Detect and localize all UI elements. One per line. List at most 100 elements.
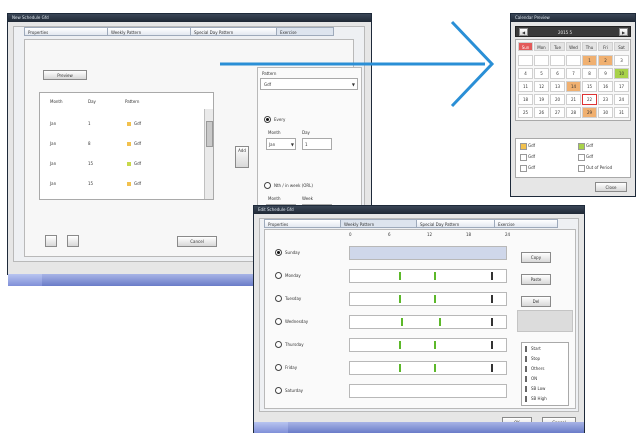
timeline-marker[interactable] (491, 295, 493, 303)
calendar-day[interactable]: 4 (518, 68, 533, 79)
radio-every[interactable] (264, 116, 271, 123)
day-radio[interactable] (275, 272, 282, 279)
calendar-day[interactable]: 19 (534, 94, 549, 105)
timeline-marker[interactable] (399, 364, 401, 372)
timeline-marker[interactable] (399, 295, 401, 303)
start-button[interactable] (254, 422, 288, 433)
tab-weekly-pattern[interactable]: Weekly Pattern (107, 27, 192, 36)
timeline-marker[interactable] (434, 272, 436, 280)
calendar-day[interactable]: 31 (614, 107, 629, 118)
tab-weekly-pattern[interactable]: Weekly Pattern (340, 219, 418, 228)
next-button[interactable] (67, 235, 79, 247)
timeline-marker[interactable] (491, 341, 493, 349)
calendar-day[interactable]: 17 (614, 81, 629, 92)
calendar-title: Calendar Preview (515, 15, 550, 20)
day-timeline[interactable] (349, 246, 507, 260)
calendar-day[interactable]: 15 (582, 81, 597, 92)
calendar-day[interactable]: 16 (598, 81, 613, 92)
table-row[interactable]: Jan 1 Gdf (40, 117, 202, 131)
calendar-day[interactable]: 1 (582, 55, 597, 66)
add-button[interactable]: Add (235, 146, 249, 168)
timeline-marker[interactable] (439, 318, 441, 326)
calendar-day[interactable]: 8 (582, 68, 597, 79)
day-timeline[interactable] (349, 384, 507, 398)
table-row[interactable]: Jan 8 Gdf (40, 137, 202, 151)
paste-button[interactable]: Paste (521, 274, 551, 285)
calendar-day[interactable] (534, 55, 549, 66)
timeline-marker[interactable] (399, 272, 401, 280)
day-radio[interactable] (275, 387, 282, 394)
calendar-day[interactable]: 13 (550, 81, 565, 92)
next-month-button[interactable]: ▶ (619, 28, 628, 36)
calendar-day[interactable]: 30 (598, 107, 613, 118)
calendar-close-button[interactable]: Close (595, 182, 627, 192)
calendar-header: ◀ 2015 5 ▶ (515, 26, 631, 37)
calendar-day[interactable]: 25 (518, 107, 533, 118)
day-radio[interactable] (275, 295, 282, 302)
day-radio[interactable] (275, 364, 282, 371)
day-timeline[interactable] (349, 338, 507, 352)
copy-button[interactable]: Copy (521, 252, 551, 263)
start-button[interactable] (8, 274, 42, 286)
calendar-day[interactable]: 2 (598, 55, 613, 66)
prev-button[interactable] (45, 235, 57, 247)
timeline-marker[interactable] (491, 364, 493, 372)
timeline-marker[interactable] (434, 295, 436, 303)
table-row[interactable]: Jan 15 Gdf (40, 177, 202, 191)
calendar-day[interactable]: 27 (550, 107, 565, 118)
month-select[interactable]: Jan ▼ (266, 138, 296, 150)
calendar-day[interactable]: 10 (614, 68, 629, 79)
calendar-day[interactable] (518, 55, 533, 66)
delete-button[interactable]: Del (521, 296, 551, 307)
calendar-day[interactable]: 9 (598, 68, 613, 79)
calendar-day[interactable]: 28 (566, 107, 581, 118)
table-row[interactable]: Jan 15 Gdf (40, 157, 202, 171)
prev-month-button[interactable]: ◀ (519, 28, 528, 36)
calendar-day[interactable]: 21 (566, 94, 581, 105)
calendar-day[interactable]: 7 (566, 68, 581, 79)
timeline-marker[interactable] (491, 318, 493, 326)
cancel-button[interactable]: Cancel (177, 236, 217, 247)
timeline-marker[interactable] (434, 364, 436, 372)
calendar-day[interactable]: 12 (534, 81, 549, 92)
timeline-marker[interactable] (491, 272, 493, 280)
calendar-day[interactable]: 18 (518, 94, 533, 105)
calendar-day[interactable]: 14 (566, 81, 581, 92)
radio-nth[interactable] (264, 182, 271, 189)
calendar-day[interactable]: 6 (550, 68, 565, 79)
calendar-day[interactable]: 22 (582, 94, 597, 105)
preview-button[interactable]: Preview (43, 70, 87, 80)
calendar-day[interactable]: 26 (534, 107, 549, 118)
day-timeline[interactable] (349, 361, 507, 375)
day-timeline[interactable] (349, 269, 507, 283)
calendar-day[interactable]: 24 (614, 94, 629, 105)
weekday-header: Mon (534, 42, 549, 51)
edit-schedule-titlebar[interactable]: Edit Schedule Gfd (254, 206, 584, 214)
calendar-day[interactable] (550, 55, 565, 66)
day-timeline[interactable] (349, 315, 507, 329)
tab-properties[interactable]: Properties (24, 27, 109, 36)
tab-properties[interactable]: Properties (264, 219, 342, 228)
timeline-marker[interactable] (434, 341, 436, 349)
timeline-marker[interactable] (401, 318, 403, 326)
calendar-day[interactable]: 23 (598, 94, 613, 105)
calendar-day[interactable]: 3 (614, 55, 629, 66)
calendar-day[interactable]: 5 (534, 68, 549, 79)
tab-exercise[interactable]: Exercise (494, 219, 558, 228)
table-scrollbar[interactable] (204, 109, 213, 199)
scroll-thumb[interactable] (206, 121, 213, 147)
calendar-titlebar[interactable]: Calendar Preview (511, 14, 635, 22)
day-timeline[interactable] (349, 292, 507, 306)
calendar-day[interactable] (566, 55, 581, 66)
timeline-marker[interactable] (399, 341, 401, 349)
weekday-header: Thu (582, 42, 597, 51)
calendar-day[interactable]: 11 (518, 81, 533, 92)
taskbar (254, 422, 584, 433)
day-select[interactable]: 1 (302, 138, 332, 150)
calendar-day[interactable]: 20 (550, 94, 565, 105)
calendar-day[interactable]: 29 (582, 107, 597, 118)
day-radio[interactable] (275, 318, 282, 325)
tab-special-day-pattern[interactable]: Special Day Pattern (416, 219, 496, 228)
day-radio[interactable] (275, 341, 282, 348)
day-radio[interactable] (275, 249, 282, 256)
